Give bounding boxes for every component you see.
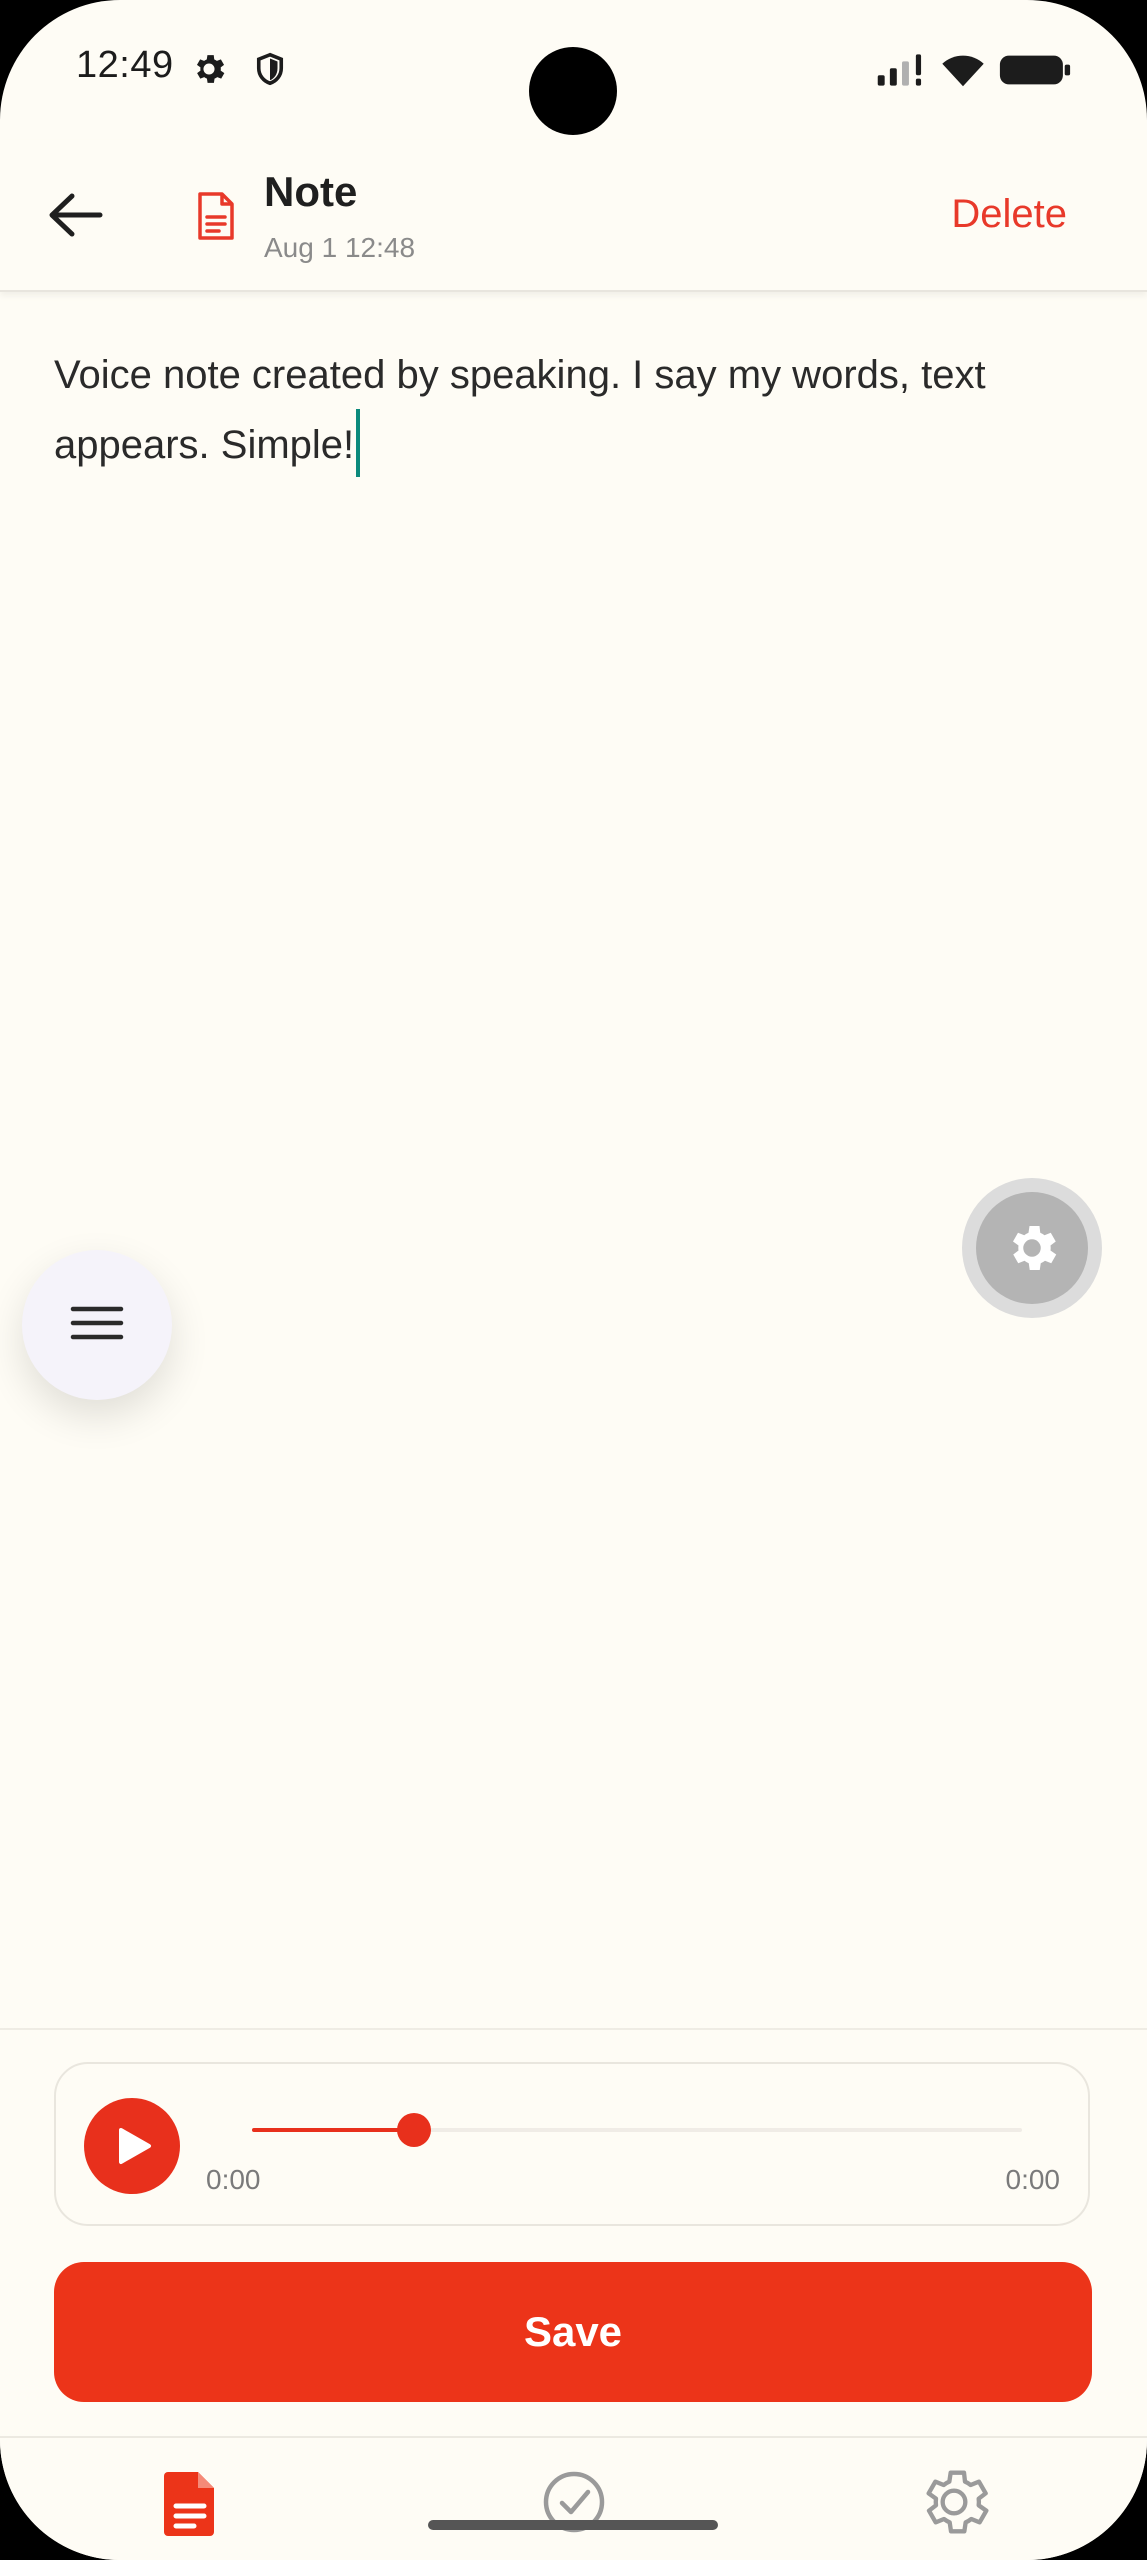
save-button[interactable]: Save	[54, 2262, 1092, 2402]
gear-icon	[196, 55, 225, 83]
screen: 12:49 Note Aug 1 12:48 Delete Voice note…	[0, 0, 1147, 2560]
arrow-left-icon	[49, 193, 103, 237]
gear-icon	[926, 2470, 989, 2534]
home-indicator	[428, 2520, 718, 2530]
time-total: 0:00	[1005, 2164, 1061, 2195]
shield-icon	[256, 52, 284, 86]
play-icon	[119, 2128, 151, 2164]
back-button[interactable]	[40, 185, 110, 245]
bottom-divider	[0, 2028, 1147, 2030]
signal-icon	[877, 54, 922, 86]
status-bar: 12:49	[0, 0, 1147, 140]
bottom-nav	[0, 2436, 1147, 2560]
nav-item-tasks[interactable]	[534, 2462, 614, 2542]
progress-fill	[252, 2128, 414, 2132]
document-icon	[164, 2472, 214, 2536]
nav-item-settings[interactable]	[914, 2462, 994, 2542]
camera-cutout	[529, 47, 617, 135]
note-editor[interactable]: Voice note created by speaking. I say my…	[54, 340, 1094, 481]
gear-icon	[1013, 1226, 1057, 1270]
status-time: 12:49	[76, 44, 174, 86]
menu-fab[interactable]	[22, 1250, 172, 1400]
delete-button[interactable]: Delete	[951, 192, 1067, 237]
note-text: Voice note created by speaking. I say my…	[54, 353, 986, 467]
battery-icon	[999, 55, 1071, 85]
progress-thumb[interactable]	[396, 2113, 431, 2147]
page-subtitle: Aug 1 12:48	[264, 232, 416, 263]
progress-track[interactable]	[252, 2113, 1022, 2147]
settings-fab[interactable]	[962, 1178, 1102, 1318]
nav-item-notes[interactable]	[150, 2462, 230, 2542]
check-circle-icon	[543, 2471, 605, 2533]
time-current: 0:00	[206, 2164, 261, 2195]
text-cursor	[356, 409, 361, 478]
audio-player: 0:00 0:00	[54, 2062, 1090, 2226]
hamburger-menu-icon	[70, 1306, 124, 1340]
play-button[interactable]	[84, 2098, 180, 2194]
settings-fab-inner	[976, 1192, 1088, 1304]
wifi-icon	[942, 55, 984, 87]
document-icon	[198, 192, 234, 240]
page-title: Note	[264, 168, 358, 215]
app-header: Note Aug 1 12:48 Delete	[0, 140, 1147, 292]
